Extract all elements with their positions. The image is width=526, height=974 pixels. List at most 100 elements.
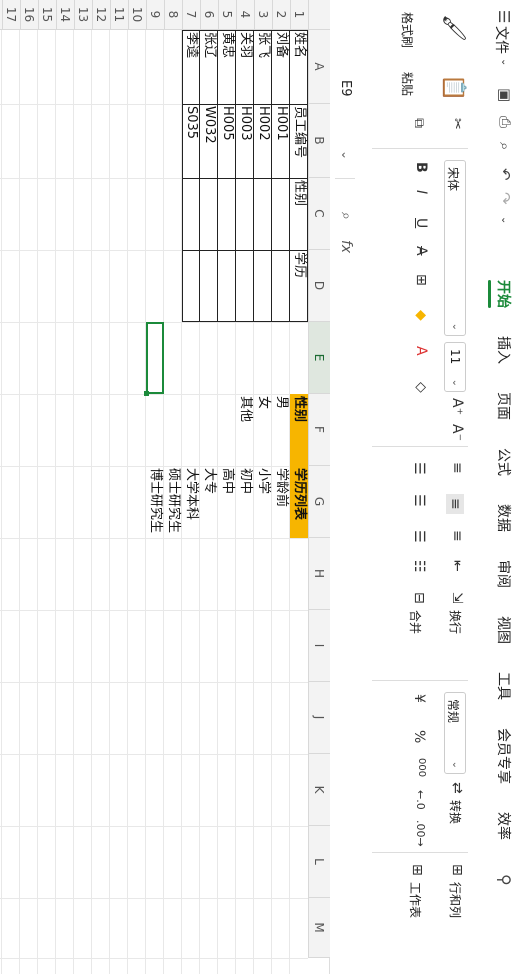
row-header-11[interactable]: 11 (110, 0, 128, 30)
underline-icon[interactable]: U (413, 218, 429, 228)
column-header-e[interactable]: E (308, 322, 330, 394)
row-header-7[interactable]: 7 (182, 0, 200, 30)
name-box[interactable]: E9 (338, 80, 353, 97)
row-header-4[interactable]: 4 (236, 0, 254, 30)
edu-list-item[interactable]: 硕士研究生 (164, 466, 182, 538)
print-preview-icon[interactable]: ⌕ (496, 142, 514, 150)
align-top-icon[interactable]: ≡ (449, 462, 465, 474)
row-header-12[interactable]: 12 (92, 0, 110, 30)
row-header-3[interactable]: 3 (254, 0, 272, 30)
merge-label[interactable]: 合并 (407, 610, 424, 634)
row-header-5[interactable]: 5 (218, 0, 236, 30)
search-icon[interactable]: ⚲ (495, 874, 514, 886)
merge-icon[interactable]: ⊟ (411, 592, 427, 604)
gender-list-title[interactable]: 性别 (290, 394, 308, 466)
gender-list-item[interactable]: 男 (272, 394, 290, 466)
format-painter-label[interactable]: 格式刷 (399, 12, 416, 48)
more-chevron-icon[interactable]: ⌄ (499, 216, 510, 224)
border-icon[interactable]: ⊞ (413, 274, 429, 286)
chevron-down-icon[interactable]: ⌄ (499, 58, 510, 66)
edu-list-item[interactable]: 高中 (218, 466, 236, 538)
tab-data[interactable]: 数据 (494, 504, 514, 532)
copy-icon[interactable]: ⧉ (411, 118, 427, 128)
row-header-8[interactable]: 8 (164, 0, 182, 30)
font-name-select[interactable]: 宋体 ⌄ (444, 160, 466, 336)
edu-list-item[interactable]: 学龄前 (272, 466, 290, 538)
tab-insert[interactable]: 插入 (494, 336, 514, 364)
row-header-17[interactable]: 17 (2, 0, 20, 30)
column-header-f[interactable]: F (308, 394, 330, 466)
tab-view[interactable]: 视图 (494, 616, 514, 644)
align-center-icon[interactable]: ☰ (411, 494, 427, 507)
column-header-g[interactable]: G (308, 466, 330, 538)
bold-icon[interactable]: B (413, 162, 429, 173)
decrease-decimal-icon[interactable]: .00→ (414, 820, 427, 847)
align-bottom-icon[interactable]: ≡ (449, 530, 465, 542)
decrease-font-icon[interactable]: A⁻ (449, 424, 465, 441)
edu-list-title[interactable]: 学历列表 (290, 466, 308, 538)
column-header-l[interactable]: L (308, 826, 330, 898)
column-header-a[interactable]: A (308, 30, 330, 104)
rows-cols-label[interactable]: 行和列 (447, 882, 464, 918)
paste-label[interactable]: 粘贴 (399, 72, 416, 96)
rows-cols-icon[interactable]: ⊞ (449, 864, 465, 876)
column-header-h[interactable]: H (308, 538, 330, 610)
fx-icon[interactable]: fx (338, 240, 354, 253)
tab-member[interactable]: 会员专享 (494, 728, 514, 784)
tab-efficiency[interactable]: 效率 (494, 812, 514, 840)
file-menu[interactable]: 文件 (492, 26, 512, 54)
currency-icon[interactable]: ¥ (411, 694, 427, 703)
wrap-text-icon[interactable]: ⇲ (449, 592, 465, 604)
percent-icon[interactable]: % (411, 730, 427, 743)
distribute-icon[interactable]: ☷ (411, 560, 427, 573)
gender-list-item[interactable]: 其他 (236, 394, 254, 466)
export-icon[interactable]: ⎙ (496, 116, 514, 128)
fill-handle[interactable] (144, 391, 149, 396)
cut-icon[interactable]: ✂ (449, 118, 465, 130)
fill-color-icon[interactable]: ◆ (413, 310, 429, 321)
spreadsheet-grid[interactable]: ABCDEFGHIJKLM 12345678910111213141516171… (0, 0, 330, 974)
wrap-text-label[interactable]: 换行 (447, 610, 464, 634)
gender-list-item[interactable]: 女 (254, 394, 272, 466)
row-header-14[interactable]: 14 (56, 0, 74, 30)
undo-icon[interactable]: ↶ (496, 168, 514, 181)
tab-review[interactable]: 审阅 (494, 560, 514, 588)
align-middle-icon[interactable]: ≡ (446, 494, 464, 514)
tab-formula[interactable]: 公式 (494, 448, 514, 476)
column-header-m[interactable]: M (308, 898, 330, 958)
active-cell-selection[interactable] (146, 322, 164, 394)
tab-tools[interactable]: 工具 (494, 672, 514, 700)
row-header-18[interactable]: 18 (0, 0, 2, 30)
font-size-select[interactable]: 11 ⌄ (444, 342, 466, 392)
column-header-c[interactable]: C (308, 178, 330, 250)
row-header-16[interactable]: 16 (20, 0, 38, 30)
italic-icon[interactable]: I (413, 190, 429, 194)
edu-list-item[interactable]: 博士研究生 (146, 466, 164, 538)
row-header-13[interactable]: 13 (74, 0, 92, 30)
number-format-select[interactable]: 常规 ⌄ (444, 692, 466, 774)
thousands-icon[interactable]: 000 (416, 758, 427, 777)
increase-decimal-icon[interactable]: ←.0 (414, 790, 427, 810)
convert-label[interactable]: 转换 (447, 800, 464, 824)
row-header-9[interactable]: 9 (146, 0, 164, 30)
edu-list-item[interactable]: 大学本科 (182, 466, 200, 538)
font-color-icon[interactable]: A (413, 346, 429, 356)
tab-page[interactable]: 页面 (494, 392, 514, 420)
clear-format-icon[interactable]: ◇ (413, 382, 429, 393)
row-header-2[interactable]: 2 (272, 0, 290, 30)
column-header-j[interactable]: J (308, 682, 330, 754)
row-header-15[interactable]: 15 (38, 0, 56, 30)
edu-list-item[interactable]: 小学 (254, 466, 272, 538)
column-header-k[interactable]: K (308, 754, 330, 826)
column-header-i[interactable]: I (308, 610, 330, 682)
edu-list-item[interactable]: 初中 (236, 466, 254, 538)
row-header-10[interactable]: 10 (128, 0, 146, 30)
align-right-icon[interactable]: ☰ (411, 530, 427, 543)
format-painter-icon[interactable]: 🖌 (441, 14, 466, 42)
align-left-icon[interactable]: ☰ (411, 462, 427, 475)
tab-home[interactable]: 开始 (494, 280, 514, 308)
worksheet-label[interactable]: 工作表 (407, 882, 424, 918)
row-header-1[interactable]: 1 (290, 0, 308, 30)
paste-icon[interactable]: 📋 (441, 74, 466, 101)
save-icon[interactable]: ▣ (496, 88, 514, 102)
